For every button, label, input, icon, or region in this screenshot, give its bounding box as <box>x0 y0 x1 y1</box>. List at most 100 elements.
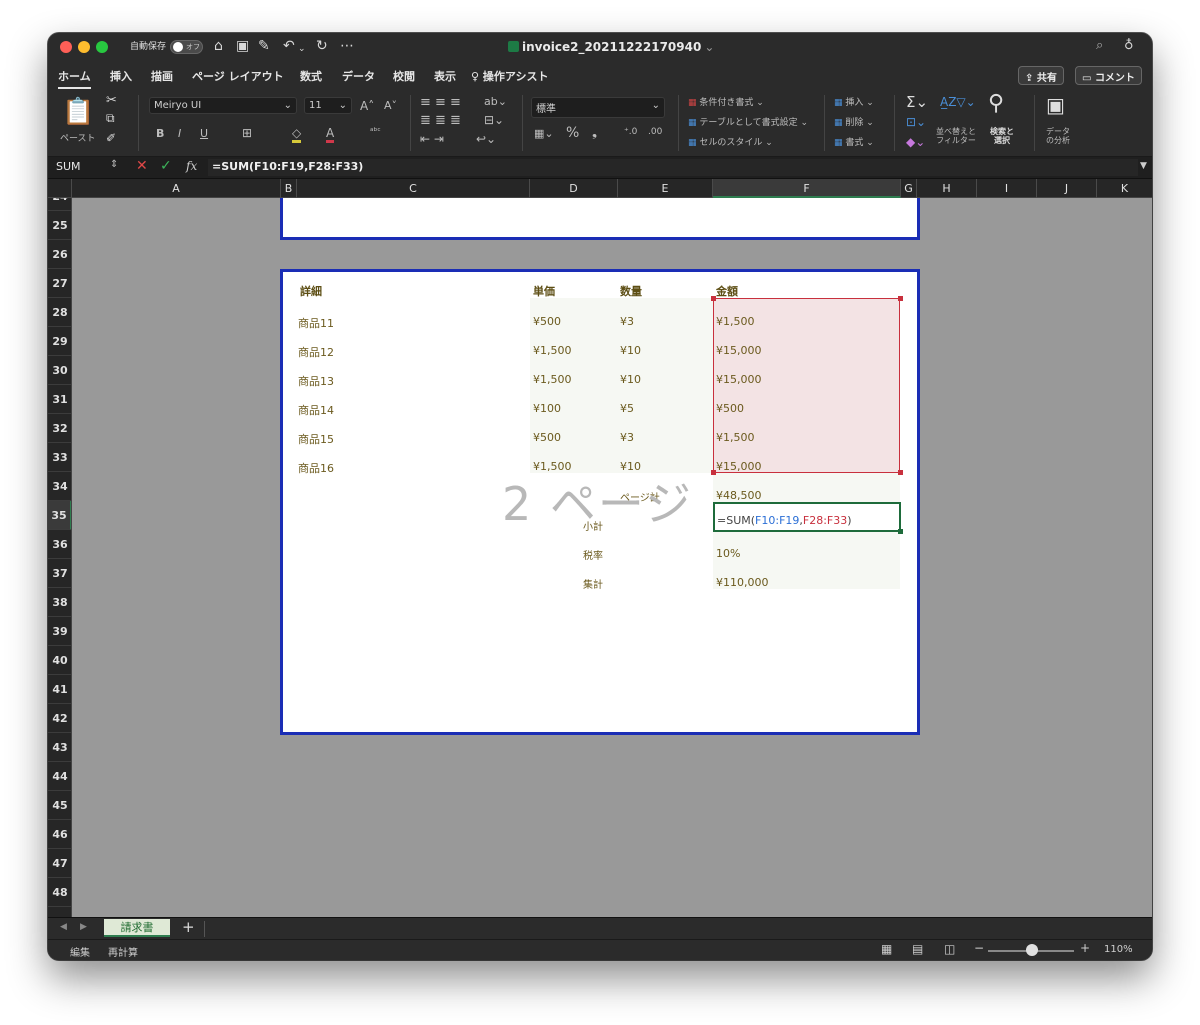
increase-decimal-icon[interactable]: ⁺.0 <box>624 127 637 137</box>
row-header[interactable]: 46 <box>48 820 71 849</box>
formula-edit-text[interactable]: =SUM(F10:F19,F28:F33) <box>717 514 852 527</box>
item-qty[interactable]: ¥10 <box>620 344 641 357</box>
row-header[interactable]: 35 <box>48 501 71 530</box>
format-as-table-button[interactable]: ▦ テーブルとして書式設定 ⌄ <box>688 115 808 128</box>
item-qty[interactable]: ¥10 <box>620 373 641 386</box>
row-header[interactable]: 42 <box>48 704 71 733</box>
save-icon[interactable]: ▣ <box>236 38 249 54</box>
redo-icon[interactable]: ↻ <box>316 38 328 54</box>
save-as-icon[interactable]: ✎ <box>258 38 270 54</box>
row-header[interactable]: 25 <box>48 211 71 240</box>
total-value[interactable]: ¥110,000 <box>716 576 769 589</box>
row-header[interactable]: 31 <box>48 385 71 414</box>
item-price[interactable]: ¥1,500 <box>533 373 572 386</box>
item-detail[interactable]: 商品16 <box>298 460 334 476</box>
item-amount[interactable]: ¥1,500 <box>716 431 755 444</box>
font-color-icon[interactable]: A <box>326 126 335 143</box>
item-detail[interactable]: 商品14 <box>298 402 334 418</box>
row-header[interactable]: 29 <box>48 327 71 356</box>
row-header[interactable]: 47 <box>48 849 71 878</box>
font-name-select[interactable]: Meiryo UI ⌄ <box>149 97 297 114</box>
add-sheet-icon[interactable]: + <box>182 918 195 936</box>
item-price[interactable]: ¥100 <box>533 402 561 415</box>
fill-handle[interactable] <box>898 529 903 534</box>
header-amount[interactable]: 金額 <box>716 283 738 299</box>
page-total-value[interactable]: ¥48,500 <box>716 489 762 502</box>
zoom-out-icon[interactable]: − <box>974 941 984 955</box>
item-price[interactable]: ¥500 <box>533 431 561 444</box>
row-header[interactable]: 30 <box>48 356 71 385</box>
column-header[interactable]: F <box>713 179 901 198</box>
sheet-grid[interactable]: 詳細 単価 数量 金額 商品11 ¥500 ¥3 ¥1,500 商品12 ¥1,… <box>72 198 1152 917</box>
item-detail[interactable]: 商品15 <box>298 431 334 447</box>
decrease-font-icon[interactable]: A˅ <box>384 99 397 112</box>
tab-review[interactable]: 校閲 <box>393 68 415 84</box>
status-recalc[interactable]: 再計算 <box>108 944 138 959</box>
sort-filter-label[interactable]: 並べ替えと フィルター <box>936 127 976 145</box>
share-button[interactable]: ⇪ 共有 <box>1018 66 1064 85</box>
tax-value[interactable]: 10% <box>716 547 740 560</box>
borders-icon[interactable]: ⊞ <box>242 126 252 140</box>
more-icon[interactable]: ⋯ <box>340 38 354 54</box>
undo-icon[interactable]: ↶ <box>283 38 295 54</box>
indent-icon[interactable]: ⇤ ⇥ <box>420 132 444 146</box>
item-detail[interactable]: 商品13 <box>298 373 334 389</box>
tab-page-layout[interactable]: ページ レイアウト <box>192 68 284 84</box>
item-qty[interactable]: ¥5 <box>620 402 634 415</box>
column-header[interactable]: B <box>281 179 297 198</box>
zoom-in-icon[interactable]: + <box>1080 941 1090 955</box>
font-size-select[interactable]: 11 ⌄ <box>304 97 352 114</box>
analyze-data-label[interactable]: データ の分析 <box>1046 127 1070 145</box>
tab-tell-me[interactable]: ♀ 操作アシスト <box>471 68 548 84</box>
paste-icon[interactable]: 📋 <box>62 97 94 127</box>
tab-home[interactable]: ホーム <box>58 68 91 89</box>
close-window-button[interactable] <box>60 41 72 53</box>
row-header[interactable]: 37 <box>48 559 71 588</box>
zoom-window-button[interactable] <box>96 41 108 53</box>
function-icon[interactable]: fx <box>186 159 197 173</box>
autosave-toggle[interactable]: オフ <box>170 40 203 54</box>
prev-sheet-icon[interactable]: ◀ <box>60 922 67 932</box>
tab-formulas[interactable]: 数式 <box>300 68 322 84</box>
search-icon[interactable]: ⌕ <box>1096 38 1103 54</box>
insert-cells-button[interactable]: ▦ 挿入 ⌄ <box>834 95 874 108</box>
currency-icon[interactable]: ▦⌄ <box>534 127 554 140</box>
delete-cells-button[interactable]: ▦ 削除 ⌄ <box>834 115 874 128</box>
column-header[interactable]: I <box>977 179 1037 198</box>
subtotal-label[interactable]: 小計 <box>583 518 603 533</box>
active-cell-F35[interactable]: =SUM(F10:F19,F28:F33) <box>713 502 901 532</box>
column-header[interactable]: K <box>1097 179 1152 198</box>
zoom-level[interactable]: 110% <box>1104 944 1133 955</box>
range-handle[interactable] <box>898 470 903 475</box>
format-cells-button[interactable]: ▦ 書式 ⌄ <box>834 135 874 148</box>
fill-color-icon[interactable]: ◇ <box>292 126 302 143</box>
item-price[interactable]: ¥1,500 <box>533 344 572 357</box>
tab-data[interactable]: データ <box>342 68 375 84</box>
account-icon[interactable]: ♁ <box>1124 38 1134 54</box>
comma-icon[interactable]: ❟ <box>592 125 597 140</box>
item-amount[interactable]: ¥500 <box>716 402 744 415</box>
tab-insert[interactable]: 挿入 <box>110 68 132 84</box>
phonetic-icon[interactable]: ᵃᵇᶜ <box>370 127 381 137</box>
row-header[interactable]: 27 <box>48 269 71 298</box>
bold-icon[interactable]: B <box>156 127 164 140</box>
item-detail[interactable]: 商品11 <box>298 315 334 331</box>
item-qty[interactable]: ¥3 <box>620 315 634 328</box>
column-header[interactable]: J <box>1037 179 1097 198</box>
formula-input[interactable]: =SUM(F10:F19,F28:F33) <box>208 159 1138 176</box>
cut-icon[interactable]: ✂ <box>106 93 117 108</box>
row-header[interactable]: 39 <box>48 617 71 646</box>
align-top-icon[interactable]: ≡ ≡ ≡ <box>420 95 461 110</box>
row-header[interactable]: 41 <box>48 675 71 704</box>
comment-button[interactable]: ▭ コメント <box>1075 66 1142 85</box>
row-header[interactable]: 32 <box>48 414 71 443</box>
range-handle[interactable] <box>898 296 903 301</box>
column-header[interactable]: C <box>297 179 530 198</box>
name-box[interactable]: SUM <box>56 160 81 173</box>
underline-icon[interactable]: U <box>200 127 208 140</box>
select-all-corner[interactable] <box>48 179 72 198</box>
row-header[interactable]: 28 <box>48 298 71 327</box>
tax-label[interactable]: 税率 <box>583 547 603 562</box>
row-header[interactable]: 34 <box>48 472 71 501</box>
home-icon[interactable]: ⌂ <box>214 38 223 54</box>
